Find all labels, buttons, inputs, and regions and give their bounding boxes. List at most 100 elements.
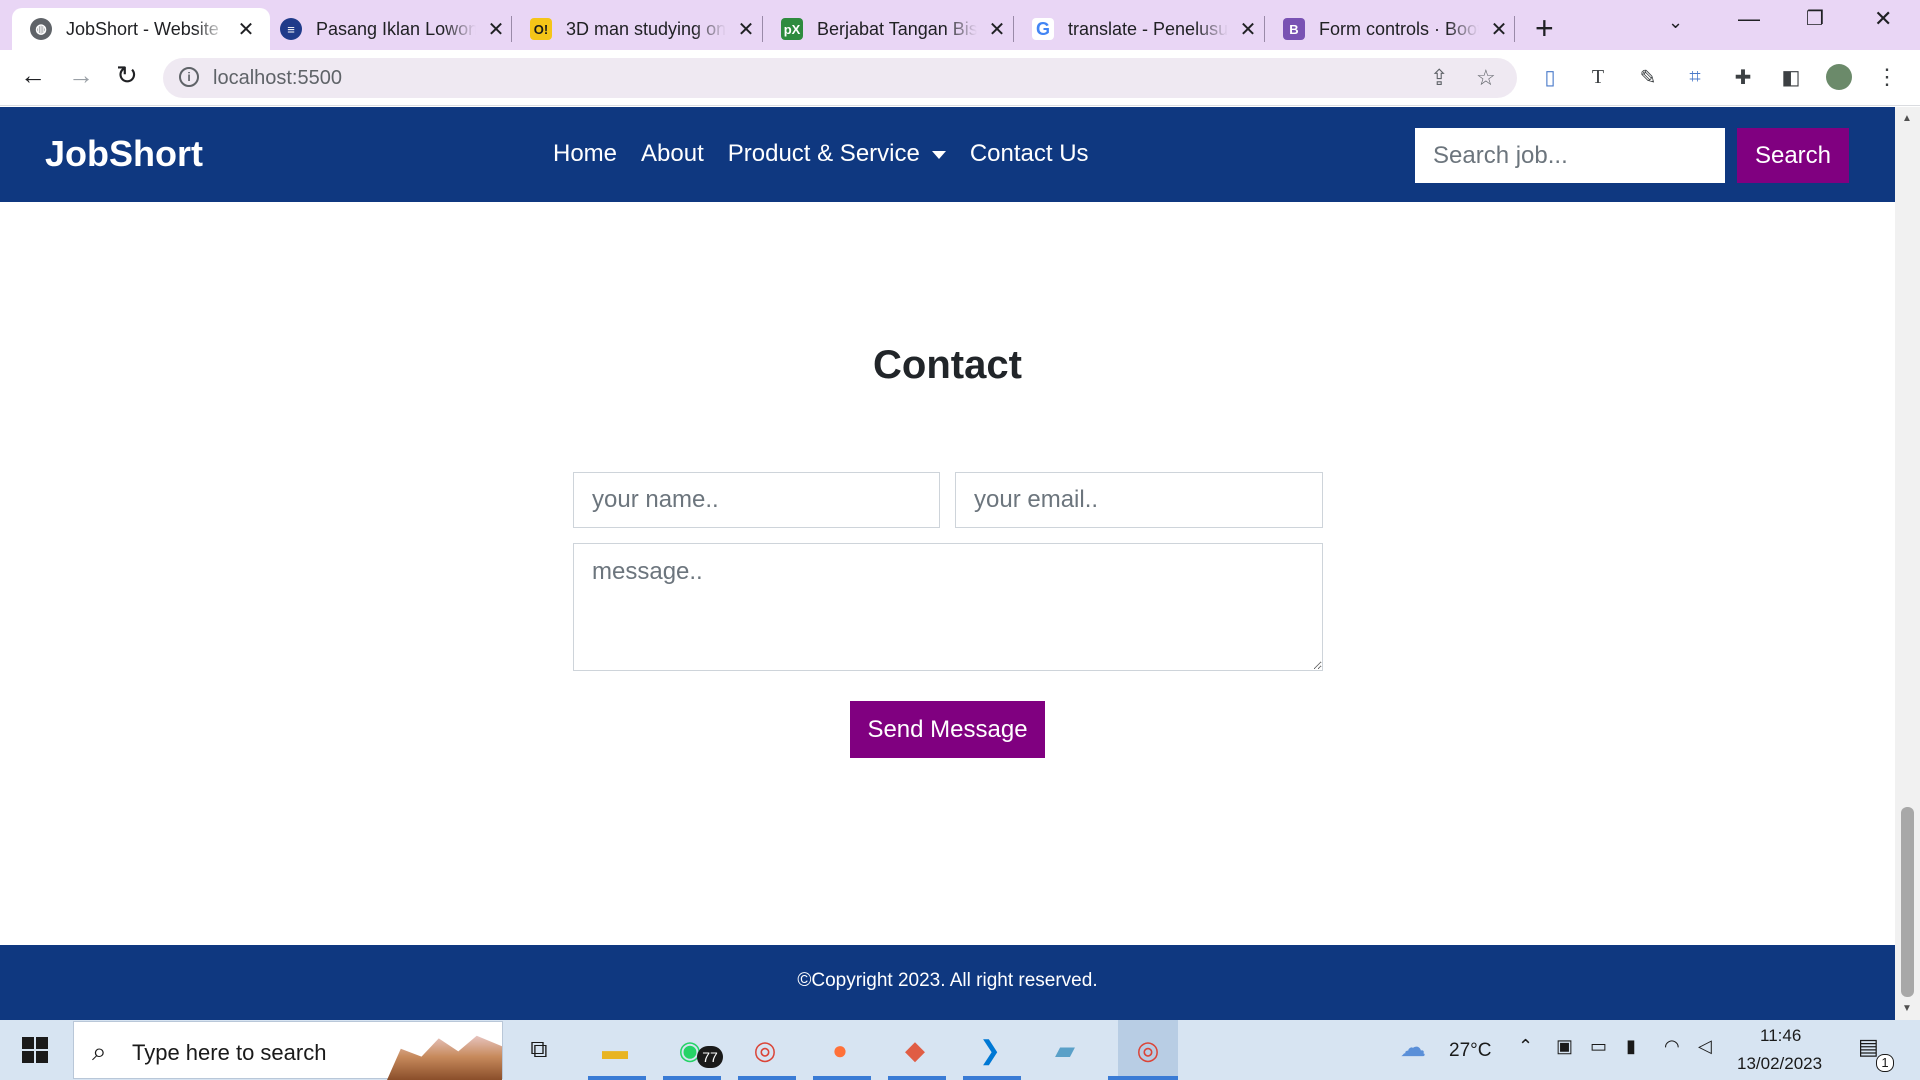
battery-icon[interactable]: ▮ (1626, 1036, 1636, 1057)
o-icon: O! (530, 18, 552, 40)
send-message-button[interactable]: Send Message (850, 701, 1045, 758)
extension-doc-icon[interactable]: ▯ (1537, 64, 1563, 90)
tab-title: Berjabat Tangan Bisnis (817, 18, 977, 39)
firefox-icon[interactable]: ● (818, 1028, 862, 1072)
tab-title: Pasang Iklan Lowongan (316, 18, 476, 39)
globe-icon: ◍ (30, 18, 52, 40)
tab-3d-man[interactable]: O! 3D man studying on ✕ (512, 8, 770, 50)
running-indicator (963, 1076, 1021, 1080)
wifi-icon[interactable]: ◠ (1664, 1036, 1680, 1057)
search-highlight-illustration (387, 1035, 502, 1080)
restore-icon[interactable]: ❐ (1806, 6, 1824, 31)
taskbar-search-box[interactable]: ⌕ Type here to search (73, 1021, 503, 1080)
file-explorer-icon[interactable]: ▬ (593, 1028, 637, 1072)
site-navbar: JobShort Home About Product & Service Co… (0, 107, 1895, 202)
address-url[interactable]: localhost:5500 (213, 67, 342, 90)
minimize-icon[interactable]: — (1738, 6, 1760, 32)
chevron-down-icon[interactable]: ⌄ (1668, 12, 1683, 33)
search-icon: ⌕ (92, 1036, 107, 1066)
tab-title: Form controls · Bootstrap (1319, 18, 1479, 39)
chrome-icon[interactable]: ◎ (743, 1028, 787, 1072)
reload-icon[interactable]: ↻ (116, 60, 138, 91)
close-icon[interactable]: ✕ (486, 17, 506, 42)
message-field[interactable] (573, 543, 1323, 671)
extension-text-icon[interactable]: T (1585, 64, 1611, 90)
px-icon: pX (781, 18, 803, 40)
nav-about[interactable]: About (641, 140, 704, 168)
tab-title: JobShort - Website (66, 18, 219, 39)
bookmark-star-icon[interactable]: ☆ (1476, 65, 1496, 91)
running-indicator (738, 1076, 796, 1080)
close-icon[interactable]: ✕ (236, 17, 256, 42)
running-indicator (813, 1076, 871, 1080)
site-info-icon[interactable]: i (179, 67, 199, 87)
profile-avatar[interactable] (1826, 64, 1852, 90)
clock-date[interactable]: 13/02/2023 (1737, 1054, 1822, 1074)
whatsapp-badge: 77 (697, 1046, 723, 1068)
volume-icon[interactable]: ◁ (1698, 1036, 1712, 1057)
browser-menu-icon[interactable]: ⋮ (1874, 64, 1900, 90)
site-footer: ©Copyright 2023. All right reserved. (0, 945, 1895, 1020)
weather-cloud-icon[interactable]: ☁ (1400, 1032, 1426, 1063)
search-job-input[interactable] (1415, 128, 1725, 183)
nav-product-service-dropdown[interactable]: Product & Service (728, 140, 946, 168)
meet-now-icon[interactable]: ▣ (1556, 1036, 1573, 1057)
clock-time[interactable]: 11:46 (1760, 1026, 1801, 1046)
windows-start-icon[interactable] (22, 1037, 48, 1063)
close-icon[interactable]: ✕ (736, 17, 756, 42)
address-bar[interactable]: i localhost:5500 ⇪ ☆ (163, 58, 1517, 98)
new-tab-icon[interactable]: + (1535, 10, 1554, 47)
task-view-icon[interactable]: ⧉ (517, 1028, 561, 1072)
tray-chevron-up-icon[interactable]: ⌃ (1518, 1036, 1533, 1057)
close-icon[interactable]: ✕ (1238, 17, 1258, 42)
name-field[interactable] (573, 472, 940, 528)
running-indicator (663, 1076, 721, 1080)
back-icon[interactable]: ← (20, 60, 46, 91)
notepad-icon[interactable]: ▰ (1043, 1028, 1087, 1072)
scrollbar-thumb[interactable] (1901, 807, 1914, 997)
tab-jobshort[interactable]: ◍ JobShort - Website ✕ (12, 8, 270, 50)
tab-title: 3D man studying on (566, 18, 726, 39)
page-scrollbar[interactable]: ▲ ▼ (1895, 107, 1920, 1020)
search-button[interactable]: Search (1737, 128, 1849, 183)
page-viewport: JobShort Home About Product & Service Co… (0, 107, 1895, 1020)
screen-icon[interactable]: ▭ (1590, 1036, 1607, 1057)
nav-contact-us[interactable]: Contact Us (970, 140, 1089, 168)
extensions-puzzle-icon[interactable]: ✚ (1730, 64, 1756, 90)
weather-temperature[interactable]: 27°C (1449, 1040, 1491, 1062)
site-icon: ≡ (280, 18, 302, 40)
notification-center-icon[interactable]: ▤ (1858, 1034, 1879, 1060)
email-field[interactable] (955, 472, 1323, 528)
running-indicator (888, 1076, 946, 1080)
git-icon[interactable]: ◆ (893, 1028, 937, 1072)
nav-products-label: Product & Service (727, 140, 920, 167)
scroll-down-icon[interactable]: ▼ (1902, 1003, 1912, 1014)
tab-title: translate - Penelusuran (1068, 18, 1228, 39)
tab-translate[interactable]: G translate - Penelusuran ✕ (1014, 8, 1272, 50)
extension-translate-icon[interactable]: ⌗ (1682, 64, 1708, 90)
window-close-icon[interactable]: ✕ (1874, 6, 1892, 32)
scroll-up-icon[interactable]: ▲ (1902, 113, 1912, 124)
contact-heading: Contact (873, 343, 1022, 387)
copyright-text: ©Copyright 2023. All right reserved. (797, 970, 1098, 991)
notification-count: 1 (1876, 1054, 1894, 1072)
tab-berjabat[interactable]: pX Berjabat Tangan Bisnis ✕ (763, 8, 1021, 50)
running-indicator (588, 1076, 646, 1080)
caret-down-icon (931, 150, 946, 159)
side-panel-icon[interactable]: ◧ (1778, 64, 1804, 90)
extension-pen-icon[interactable]: ✎ (1635, 64, 1661, 90)
vscode-icon[interactable]: ❯ (968, 1028, 1012, 1072)
close-icon[interactable]: ✕ (1489, 17, 1509, 42)
tab-pasang-iklan[interactable]: ≡ Pasang Iklan Lowongan ✕ (262, 8, 520, 50)
share-icon[interactable]: ⇪ (1430, 65, 1448, 91)
close-icon[interactable]: ✕ (987, 17, 1007, 42)
browser-toolbar: ← → ↻ i localhost:5500 ⇪ ☆ (0, 50, 1920, 106)
browser-tab-strip: ◍ JobShort - Website ✕ ≡ Pasang Iklan Lo… (0, 0, 1920, 50)
forward-icon[interactable]: → (68, 60, 94, 91)
taskbar-search-placeholder: Type here to search (132, 1040, 327, 1065)
nav-home[interactable]: Home (553, 140, 617, 168)
site-brand[interactable]: JobShort (45, 133, 203, 175)
chrome-active-icon[interactable]: ◎ (1118, 1020, 1178, 1080)
active-indicator (1108, 1076, 1178, 1080)
tab-bootstrap[interactable]: B Form controls · Bootstrap ✕ (1265, 8, 1523, 50)
